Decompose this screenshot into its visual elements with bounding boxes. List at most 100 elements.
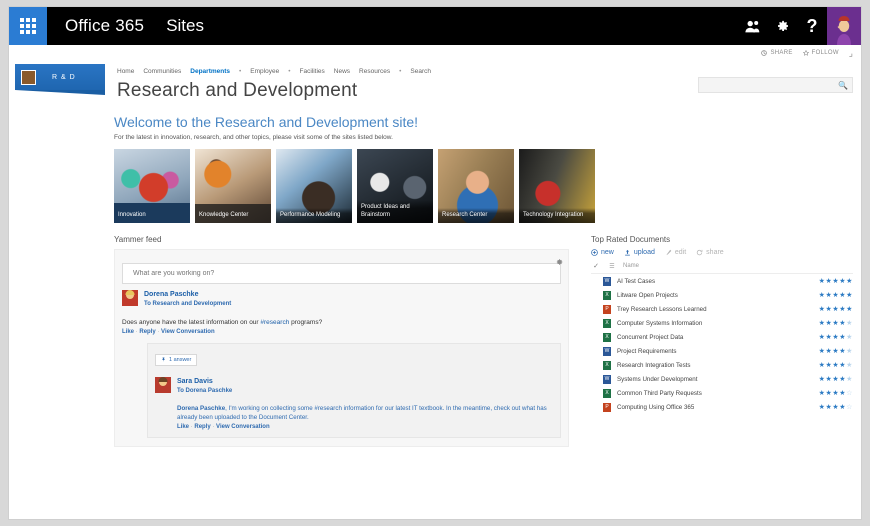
reply-link[interactable]: Reply: [139, 329, 155, 335]
type-column-icon[interactable]: ☰: [606, 263, 618, 270]
yammer-post-body-post: programs?: [289, 319, 323, 326]
office365-suite-bar: Office 365 Sites ?: [9, 7, 861, 45]
nav-item-departments[interactable]: Departments: [190, 68, 230, 75]
share-button[interactable]: SHARE: [761, 50, 792, 56]
search-icon[interactable]: 🔍: [838, 81, 848, 90]
help-icon[interactable]: ?: [797, 7, 827, 45]
upload-document-button[interactable]: upload: [624, 249, 655, 256]
share-document-button[interactable]: share: [696, 249, 724, 256]
table-row[interactable]: P Computing Using Office 365 ★★★★☆: [591, 400, 853, 414]
nav-item-home[interactable]: Home: [117, 68, 134, 75]
rating-stars[interactable]: ★★★★★: [819, 361, 853, 369]
file-type-icon: W: [603, 346, 611, 356]
yammer-post-group: To Research and Development: [144, 301, 232, 307]
yammer-reply-thread: 1 answer Sara Davis To Dorena Paschke Do…: [147, 343, 561, 438]
yammer-post-actions: Like · Reply · View Conversation: [122, 329, 215, 335]
share-icon: [761, 50, 768, 56]
nav-item-facilities[interactable]: Facilities: [299, 68, 324, 75]
view-conversation-link[interactable]: View Conversation: [161, 329, 215, 335]
edit-document-button[interactable]: edit: [665, 249, 686, 256]
yammer-mention[interactable]: Dorena Paschke: [177, 405, 225, 412]
focus-on-content-icon[interactable]: ⌟: [849, 48, 853, 58]
document-name[interactable]: AI Test Cases: [613, 278, 819, 285]
file-type-icon: X: [601, 332, 613, 342]
tile-product-ideas-and-brainstorm[interactable]: Product Ideas and Brainstorm: [357, 149, 433, 223]
app-launcher-button[interactable]: [9, 7, 47, 45]
promoted-links-tiles: Innovation Knowledge Center Performance …: [114, 149, 853, 223]
table-row[interactable]: X Common Third Party Requests ★★★★☆: [591, 386, 853, 400]
people-icon[interactable]: [737, 7, 767, 45]
table-row[interactable]: X Computer Systems Information ★★★★★: [591, 316, 853, 330]
document-name[interactable]: Systems Under Development: [613, 376, 819, 383]
document-name[interactable]: Research Integration Tests: [613, 362, 819, 369]
yammer-compose-input[interactable]: [131, 269, 552, 278]
rating-stars[interactable]: ★★★★★: [819, 277, 853, 285]
tile-knowledge-center[interactable]: Knowledge Center: [195, 149, 271, 223]
avatar: [122, 290, 138, 306]
nav-item-resources[interactable]: Resources: [359, 68, 390, 75]
document-name[interactable]: Project Requirements: [613, 348, 819, 355]
nav-item-communities[interactable]: Communities: [143, 68, 181, 75]
tile-innovation[interactable]: Innovation: [114, 149, 190, 223]
table-row[interactable]: X Concurrent Project Data ★★★★★: [591, 330, 853, 344]
rating-stars[interactable]: ★★★★★: [819, 375, 853, 383]
view-conversation-link[interactable]: View Conversation: [216, 424, 270, 430]
follow-label: FOLLOW: [811, 50, 839, 56]
documents-command-bar: new upload edit share: [591, 249, 853, 256]
document-name[interactable]: Concurrent Project Data: [613, 334, 819, 341]
rating-stars[interactable]: ★★★★★: [819, 291, 853, 299]
yammer-reply-author[interactable]: Sara Davis: [177, 377, 553, 387]
file-type-icon: X: [601, 318, 613, 328]
gear-icon[interactable]: [555, 253, 563, 271]
share-label: SHARE: [770, 50, 793, 56]
suite-brand-label[interactable]: Office 365: [65, 16, 144, 36]
rating-stars[interactable]: ★★★★★: [819, 305, 853, 313]
rating-stars[interactable]: ★★★★☆: [819, 403, 853, 411]
tile-caption: Product Ideas and Brainstorm: [357, 200, 433, 223]
select-all-checkbox[interactable]: ✓: [591, 262, 601, 270]
yammer-compose-box[interactable]: [122, 263, 561, 284]
yammer-reply-body: Dorena Paschke, I'm working on collectin…: [177, 404, 553, 422]
name-column-label[interactable]: Name: [623, 263, 639, 269]
table-row[interactable]: X Litware Open Projects ★★★★★: [591, 288, 853, 302]
suite-app-label[interactable]: Sites: [166, 16, 204, 36]
table-row[interactable]: P Trey Research Lessons Learned ★★★★★: [591, 302, 853, 316]
table-row[interactable]: X Research Integration Tests ★★★★★: [591, 358, 853, 372]
nav-item-employee[interactable]: Employee: [250, 68, 279, 75]
yammer-column: Yammer feed What are you working on? Dor…: [114, 235, 569, 447]
document-name[interactable]: Common Third Party Requests: [613, 390, 819, 397]
waffle-icon: [20, 18, 36, 34]
document-name[interactable]: Litware Open Projects: [613, 292, 819, 299]
like-link[interactable]: Like: [122, 329, 134, 335]
document-name[interactable]: Computing Using Office 365: [613, 404, 819, 411]
yammer-post-author[interactable]: Dorena Paschke: [144, 290, 561, 300]
user-avatar[interactable]: [827, 7, 861, 45]
yammer-hashtag[interactable]: #research: [260, 319, 289, 326]
tile-research-center[interactable]: Research Center: [438, 149, 514, 223]
search-box[interactable]: 🔍: [698, 77, 853, 93]
reply-link[interactable]: Reply: [194, 424, 210, 430]
search-input[interactable]: [703, 80, 839, 90]
tile-technology-integration[interactable]: Technology Integration: [519, 149, 595, 223]
document-name[interactable]: Computer Systems Information: [613, 320, 819, 327]
new-document-button[interactable]: new: [591, 249, 614, 256]
table-row[interactable]: W Project Requirements ★★★★★: [591, 344, 853, 358]
document-name[interactable]: Trey Research Lessons Learned: [613, 306, 819, 313]
like-link[interactable]: Like: [177, 424, 189, 430]
rating-stars[interactable]: ★★★★★: [819, 333, 853, 341]
nav-item-search[interactable]: Search: [410, 68, 431, 75]
suite-actions: ?: [737, 7, 861, 45]
gear-icon[interactable]: [767, 7, 797, 45]
table-row[interactable]: W AI Test Cases ★★★★★: [591, 274, 853, 288]
table-row[interactable]: W Systems Under Development ★★★★★: [591, 372, 853, 386]
site-logo-banner[interactable]: R & D: [15, 64, 105, 95]
answer-badge[interactable]: 1 answer: [155, 353, 198, 366]
rating-stars[interactable]: ★★★★★: [819, 319, 853, 327]
rating-stars[interactable]: ★★★★☆: [819, 389, 853, 397]
follow-button[interactable]: FOLLOW: [802, 50, 839, 56]
nav-item-news[interactable]: News: [334, 68, 350, 75]
rating-stars[interactable]: ★★★★★: [819, 347, 853, 355]
tile-performance-modeling[interactable]: Performance Modeling: [276, 149, 352, 223]
nav-separator-3: •: [399, 67, 402, 75]
tile-caption: Technology Integration: [519, 208, 595, 223]
